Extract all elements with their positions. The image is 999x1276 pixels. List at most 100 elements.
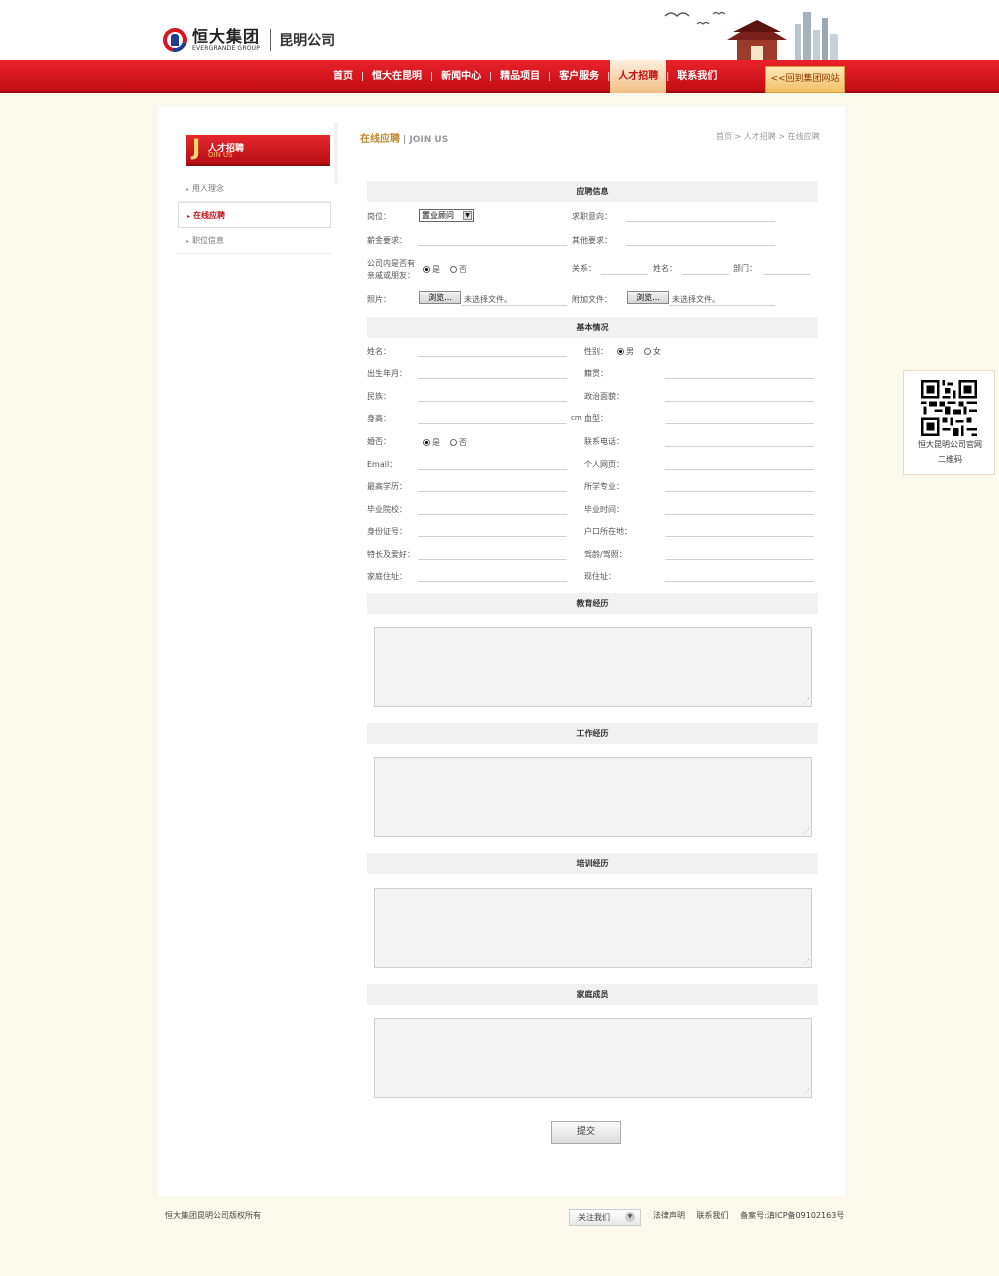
major-field[interactable] [665, 491, 814, 492]
gender-male-label: 男 [626, 347, 634, 356]
salary-field[interactable] [418, 245, 567, 246]
relative-name-field[interactable] [682, 274, 729, 275]
nav-home[interactable]: 首页 [325, 60, 361, 93]
photo-file-status: 未选择文件。 [464, 295, 512, 304]
home-address-field[interactable] [418, 581, 567, 582]
dept-field[interactable] [763, 274, 810, 275]
position-select[interactable]: 置业顾问 ▼ [419, 209, 474, 222]
ethnicity-field[interactable] [418, 401, 567, 402]
homepage-label: 个人网页： [584, 460, 624, 469]
back-to-group-button[interactable]: <<回到集团网站 [765, 66, 845, 93]
hobbies-field[interactable] [418, 559, 567, 560]
graduation-label: 毕业时间： [584, 505, 624, 514]
sidebar-list: ▸ 用人理念 ▸ 在线应聘 ▸ 职位信息 [178, 176, 331, 254]
education-textarea[interactable]: ⋰ [374, 627, 812, 707]
hobbies-label: 特长及爱好： [367, 550, 415, 559]
gender-male-option[interactable]: 男 [617, 346, 634, 357]
nav-evergrande-kunming[interactable]: 恒大在昆明 [364, 60, 430, 93]
school-label: 毕业院校： [367, 505, 407, 514]
evergrande-logo-icon [158, 23, 192, 57]
nav-customer-service[interactable]: 客户服务 [551, 60, 607, 93]
nav-projects[interactable]: 精品项目 [492, 60, 548, 93]
nav-news[interactable]: 新闻中心 [433, 60, 489, 93]
sidebar-item-label: 在线应聘 [193, 211, 226, 220]
married-yes-option[interactable]: 是 [423, 437, 440, 448]
section-header-family: 家庭成员 [367, 984, 818, 1005]
graduation-field[interactable] [665, 514, 814, 515]
relation-field[interactable] [601, 274, 648, 275]
gender-female-option[interactable]: 女 [644, 346, 661, 357]
attach-browse-button[interactable]: 浏览... [627, 291, 669, 304]
native-place-label: 籍贯： [584, 369, 608, 378]
relative-no-option[interactable]: 否 [450, 264, 467, 275]
page-title-en: | JOIN US [403, 135, 449, 145]
resize-grip-icon[interactable]: ⋰ [803, 827, 810, 835]
nav-contact[interactable]: 联系我们 [669, 60, 725, 93]
relative-yes-option[interactable]: 是 [423, 264, 440, 275]
relative-yes-label: 是 [432, 265, 440, 274]
household-field[interactable] [665, 536, 814, 537]
birth-field[interactable] [418, 378, 567, 379]
native-place-field[interactable] [665, 378, 814, 379]
nav-recruitment[interactable]: 人才招聘 [610, 60, 667, 93]
sidebar-item-philosophy[interactable]: ▸ 用人理念 [178, 176, 331, 202]
footer-legal-link[interactable]: 法律声明 [653, 1211, 685, 1220]
arrow-right-icon: ▸ [186, 186, 190, 193]
footer-links: 法律声明 联系我们 备案号:滇ICP备09102163号 [653, 1210, 853, 1221]
photo-file-field [461, 305, 567, 306]
company-name: 昆明公司 [279, 33, 336, 49]
other-req-field[interactable] [626, 245, 775, 246]
education-level-field[interactable] [418, 491, 567, 492]
position-select-value: 置业顾问 [422, 211, 454, 220]
logo-divider [270, 29, 272, 51]
attach-file-field [669, 305, 775, 306]
name-field[interactable] [418, 356, 567, 357]
photo-label: 照片： [367, 295, 391, 304]
married-yes-label: 是 [432, 438, 440, 447]
married-no-option[interactable]: 否 [450, 437, 467, 448]
resize-grip-icon[interactable]: ⋰ [803, 697, 810, 705]
other-req-label: 其他要求： [572, 236, 612, 245]
sidebar-item-positions[interactable]: ▸ 职位信息 [178, 228, 331, 254]
work-textarea[interactable]: ⋰ [374, 757, 812, 837]
school-field[interactable] [418, 514, 567, 515]
training-textarea[interactable]: ⋰ [374, 888, 812, 968]
photo-browse-button[interactable]: 浏览... [419, 291, 461, 304]
qr-code-panel: 恒大昆明公司官网 二维码 [903, 370, 995, 475]
gender-label: 性别： [584, 347, 608, 356]
driving-field[interactable] [665, 559, 814, 560]
section-header-education: 教育经历 [367, 593, 818, 614]
sidebar-header: J 人才招聘 OIN US [186, 135, 330, 166]
logo[interactable]: 恒大集团 EVERGRANDE GROUP 昆明公司 [158, 23, 336, 57]
radio-icon [644, 348, 651, 355]
header: 恒大集团 EVERGRANDE GROUP 昆明公司 [0, 0, 999, 60]
ethnicity-label: 民族： [367, 392, 391, 401]
blood-type-field[interactable] [665, 423, 814, 424]
page-title-cn: 在线应聘 [360, 134, 400, 145]
section-header-training: 培训经历 [367, 853, 818, 874]
id-number-field[interactable] [418, 536, 567, 537]
salary-label: 薪金要求： [367, 236, 407, 245]
homepage-field[interactable] [665, 469, 814, 470]
arrow-right-icon: ▸ [186, 238, 190, 245]
main-nav-bar: 首页 | 恒大在昆明 | 新闻中心 | 精品项目 | 客户服务 | 人才招聘 |… [0, 60, 999, 93]
submit-button[interactable]: 提交 [551, 1121, 621, 1144]
sidebar-header-letter: J [192, 136, 201, 161]
email-label: Email： [367, 460, 398, 469]
married-no-label: 否 [459, 438, 467, 447]
sidebar-item-apply-online[interactable]: ▸ 在线应聘 [178, 202, 331, 228]
follow-us-dropdown[interactable]: 关注我们 ▼ [569, 1209, 641, 1226]
intent-field[interactable] [626, 221, 775, 222]
height-field[interactable] [418, 423, 567, 424]
resize-grip-icon[interactable]: ⋰ [803, 958, 810, 966]
email-field[interactable] [418, 469, 567, 470]
logo-english: EVERGRANDE GROUP [192, 44, 261, 52]
breadcrumb[interactable]: 首页 > 人才招聘 > 在线应聘 [716, 131, 820, 142]
family-textarea[interactable]: ⋰ [374, 1018, 812, 1098]
phone-field[interactable] [665, 446, 814, 447]
political-field[interactable] [665, 401, 814, 402]
footer-copyright: 恒大集团昆明公司版权所有 [165, 1211, 261, 1220]
footer-contact-link[interactable]: 联系我们 [697, 1211, 729, 1220]
resize-grip-icon[interactable]: ⋰ [803, 1088, 810, 1096]
current-address-field[interactable] [665, 581, 814, 582]
